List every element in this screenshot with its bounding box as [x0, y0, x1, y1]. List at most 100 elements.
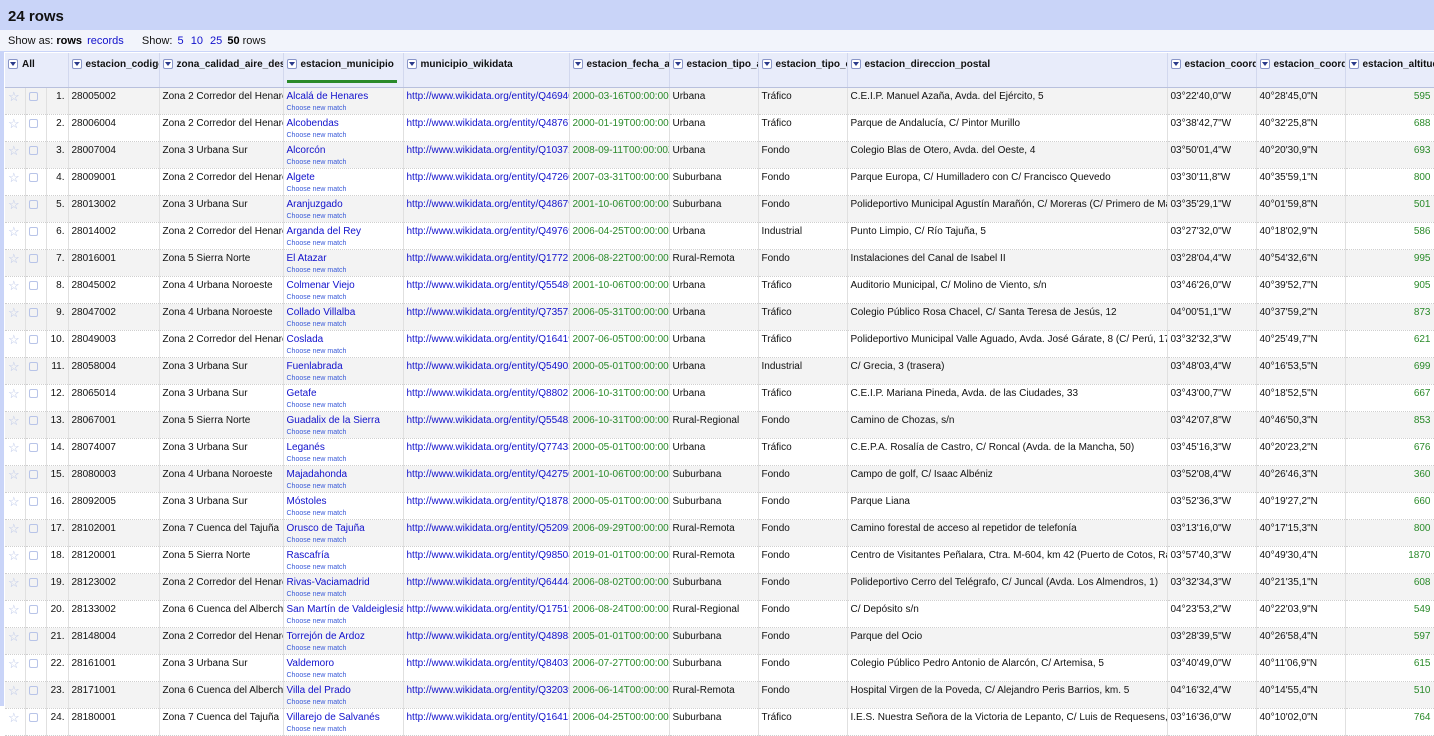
- wikidata-url-link[interactable]: http://www.wikidata.org/entity/Q472604: [407, 172, 570, 183]
- flag-icon[interactable]: [29, 92, 38, 101]
- column-menu-icon[interactable]: [673, 59, 683, 69]
- wikidata-url-link[interactable]: http://www.wikidata.org/entity/Q486792: [407, 199, 570, 210]
- star-icon[interactable]: ☆: [8, 332, 20, 347]
- matched-entity-link[interactable]: Majadahonda: [287, 469, 348, 480]
- star-icon[interactable]: ☆: [8, 575, 20, 590]
- wikidata-url-link[interactable]: http://www.wikidata.org/entity/Q489839: [407, 631, 570, 642]
- column-menu-icon[interactable]: [762, 59, 772, 69]
- wikidata-url-link[interactable]: http://www.wikidata.org/entity/Q55482: [407, 415, 570, 426]
- column-header-estacion-municipio[interactable]: estacion_municipio: [283, 53, 403, 87]
- matched-entity-link[interactable]: El Atazar: [287, 253, 327, 264]
- choose-new-match-link[interactable]: Choose new match: [287, 184, 400, 195]
- page-size-5-link[interactable]: 5: [178, 35, 184, 47]
- choose-new-match-link[interactable]: Choose new match: [287, 292, 400, 303]
- column-header-all[interactable]: All: [5, 53, 68, 87]
- matched-entity-link[interactable]: Collado Villalba: [287, 307, 356, 318]
- choose-new-match-link[interactable]: Choose new match: [287, 508, 400, 519]
- column-header-estacion-codigo[interactable]: estacion_codigo: [68, 53, 159, 87]
- choose-new-match-link[interactable]: Choose new match: [287, 562, 400, 573]
- flag-icon[interactable]: [29, 578, 38, 587]
- column-menu-icon[interactable]: [8, 59, 18, 69]
- wikidata-url-link[interactable]: http://www.wikidata.org/entity/Q8802: [407, 388, 569, 399]
- wikidata-url-link[interactable]: http://www.wikidata.org/entity/Q187826: [407, 496, 570, 507]
- column-menu-icon[interactable]: [1171, 59, 1181, 69]
- matched-entity-link[interactable]: Coslada: [287, 334, 324, 345]
- wikidata-url-link[interactable]: http://www.wikidata.org/entity/Q54902: [407, 361, 570, 372]
- matched-entity-link[interactable]: Alcalá de Henares: [287, 91, 369, 102]
- matched-entity-link[interactable]: Aranjuzgado: [287, 199, 343, 210]
- flag-icon[interactable]: [29, 416, 38, 425]
- wikidata-url-link[interactable]: http://www.wikidata.org/entity/Q1772153: [407, 253, 570, 264]
- star-icon[interactable]: ☆: [8, 656, 20, 671]
- matched-entity-link[interactable]: Villa del Prado: [287, 685, 351, 696]
- choose-new-match-link[interactable]: Choose new match: [287, 589, 400, 600]
- flag-icon[interactable]: [29, 524, 38, 533]
- choose-new-match-link[interactable]: Choose new match: [287, 211, 400, 222]
- matched-entity-link[interactable]: Rivas-Vaciamadrid: [287, 577, 370, 588]
- choose-new-match-link[interactable]: Choose new match: [287, 616, 400, 627]
- column-header-coord-longitud[interactable]: estacion_coord_longitud: [1167, 53, 1256, 87]
- star-icon[interactable]: ☆: [8, 602, 20, 617]
- star-icon[interactable]: ☆: [8, 278, 20, 293]
- wikidata-url-link[interactable]: http://www.wikidata.org/entity/Q55480: [407, 280, 570, 291]
- star-icon[interactable]: ☆: [8, 251, 20, 266]
- flag-icon[interactable]: [29, 632, 38, 641]
- column-header-municipio-wikidata[interactable]: municipio_wikidata: [403, 53, 569, 87]
- flag-icon[interactable]: [29, 308, 38, 317]
- choose-new-match-link[interactable]: Choose new match: [287, 103, 400, 114]
- column-header-tipo-estacion[interactable]: estacion_tipo_estacion: [758, 53, 847, 87]
- matched-entity-link[interactable]: Getafe: [287, 388, 317, 399]
- wikidata-url-link[interactable]: http://www.wikidata.org/entity/Q1751908: [407, 604, 570, 615]
- star-icon[interactable]: ☆: [8, 89, 20, 104]
- column-menu-icon[interactable]: [573, 59, 583, 69]
- star-icon[interactable]: ☆: [8, 197, 20, 212]
- wikidata-url-link[interactable]: http://www.wikidata.org/entity/Q487679: [407, 118, 570, 129]
- star-icon[interactable]: ☆: [8, 413, 20, 428]
- star-icon[interactable]: ☆: [8, 305, 20, 320]
- matched-entity-link[interactable]: Fuenlabrada: [287, 361, 343, 372]
- flag-icon[interactable]: [29, 281, 38, 290]
- choose-new-match-link[interactable]: Choose new match: [287, 373, 400, 384]
- wikidata-url-link[interactable]: http://www.wikidata.org/entity/Q735759: [407, 307, 570, 318]
- wikidata-url-link[interactable]: http://www.wikidata.org/entity/Q46940: [407, 91, 570, 102]
- show-as-records-link[interactable]: records: [87, 35, 124, 47]
- wikidata-url-link[interactable]: http://www.wikidata.org/entity/Q644481: [407, 577, 570, 588]
- star-icon[interactable]: ☆: [8, 143, 20, 158]
- wikidata-url-link[interactable]: http://www.wikidata.org/entity/Q1641598: [407, 712, 570, 723]
- column-menu-icon[interactable]: [163, 59, 173, 69]
- star-icon[interactable]: ☆: [8, 116, 20, 131]
- matched-entity-link[interactable]: Móstoles: [287, 496, 327, 507]
- choose-new-match-link[interactable]: Choose new match: [287, 454, 400, 465]
- star-icon[interactable]: ☆: [8, 440, 20, 455]
- choose-new-match-link[interactable]: Choose new match: [287, 670, 400, 681]
- flag-icon[interactable]: [29, 551, 38, 560]
- flag-icon[interactable]: [29, 335, 38, 344]
- star-icon[interactable]: ☆: [8, 224, 20, 239]
- wikidata-url-link[interactable]: http://www.wikidata.org/entity/Q427505: [407, 469, 570, 480]
- choose-new-match-link[interactable]: Choose new match: [287, 157, 400, 168]
- matched-entity-link[interactable]: Rascafría: [287, 550, 330, 561]
- flag-icon[interactable]: [29, 119, 38, 128]
- column-header-fecha-alta[interactable]: estacion_fecha_alta: [569, 53, 669, 87]
- matched-entity-link[interactable]: Guadalix de la Sierra: [287, 415, 380, 426]
- matched-entity-link[interactable]: Leganés: [287, 442, 325, 453]
- matched-entity-link[interactable]: Alcorcón: [287, 145, 326, 156]
- choose-new-match-link[interactable]: Choose new match: [287, 427, 400, 438]
- matched-entity-link[interactable]: Valdemoro: [287, 658, 335, 669]
- choose-new-match-link[interactable]: Choose new match: [287, 643, 400, 654]
- column-header-coord-latitud[interactable]: estacion_coord_latitud: [1256, 53, 1345, 87]
- flag-icon[interactable]: [29, 713, 38, 722]
- column-menu-icon[interactable]: [407, 59, 417, 69]
- star-icon[interactable]: ☆: [8, 521, 20, 536]
- flag-icon[interactable]: [29, 443, 38, 452]
- flag-icon[interactable]: [29, 173, 38, 182]
- star-icon[interactable]: ☆: [8, 494, 20, 509]
- column-header-altitud[interactable]: estacion_altitud: [1345, 53, 1434, 87]
- choose-new-match-link[interactable]: Choose new match: [287, 535, 400, 546]
- star-icon[interactable]: ☆: [8, 683, 20, 698]
- flag-icon[interactable]: [29, 686, 38, 695]
- star-icon[interactable]: ☆: [8, 170, 20, 185]
- matched-entity-link[interactable]: Colmenar Viejo: [287, 280, 355, 291]
- flag-icon[interactable]: [29, 362, 38, 371]
- flag-icon[interactable]: [29, 470, 38, 479]
